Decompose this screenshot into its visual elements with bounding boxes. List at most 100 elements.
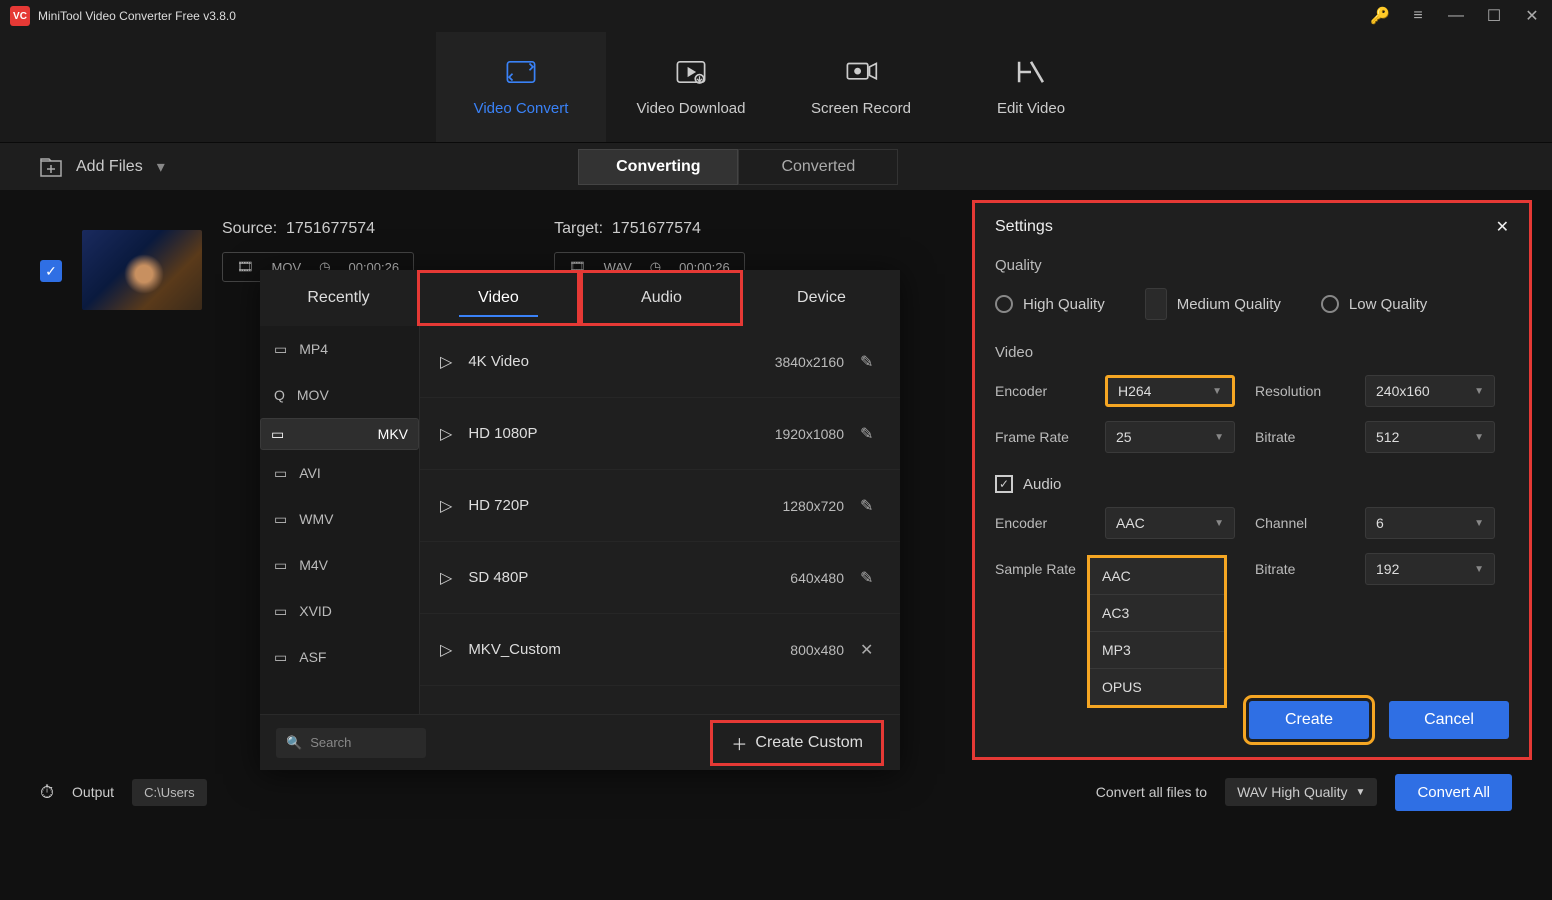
audio-bitrate-label: Bitrate [1255,561,1345,577]
cancel-button[interactable]: Cancel [1389,701,1509,739]
tab-video-download[interactable]: Video Download [606,32,776,142]
video-encoder-label: Encoder [995,383,1085,399]
select-value: 6 [1376,515,1384,531]
preset-row[interactable]: ▷ 4K Video 3840x2160 ✎ [420,326,900,398]
audio-encoder-dropdown[interactable]: AAC AC3 MP3 OPUS [1087,555,1227,708]
key-icon[interactable]: 🔑 [1370,6,1390,26]
dropdown-option-aac[interactable]: AAC [1090,558,1224,594]
fmt-tab-device[interactable]: Device [743,270,900,326]
fmt-type-avi[interactable]: ▭AVI [260,450,419,496]
video-resolution-select[interactable]: 240x160▼ [1365,375,1495,407]
convert-all-button[interactable]: Convert All [1395,774,1512,811]
option-label: OPUS [1102,679,1142,695]
row-checkbox[interactable]: ✓ [40,260,62,282]
tab-label: Device [797,289,846,307]
segment-converted[interactable]: Converted [738,149,898,185]
output-path-value: C:\Users [144,785,195,800]
tab-edit-video[interactable]: Edit Video [946,32,1116,142]
dropdown-option-ac3[interactable]: AC3 [1090,594,1224,631]
tab-screen-record[interactable]: Screen Record [776,32,946,142]
preset-name: HD 1080P [468,425,738,442]
fmt-tab-recently[interactable]: Recently [260,270,417,326]
play-file-icon: ▷ [440,424,452,444]
preset-row[interactable]: ▷ HD 1080P 1920x1080 ✎ [420,398,900,470]
dropdown-option-opus[interactable]: OPUS [1090,668,1224,705]
video-framerate-select[interactable]: 25▼ [1105,421,1235,453]
edit-icon[interactable]: ✎ [860,424,880,444]
add-files-label: Add Files [76,158,143,176]
chevron-down-icon: ▼ [1214,518,1224,529]
chevron-down-icon[interactable]: ▾ [157,157,165,177]
edit-icon[interactable]: ✎ [860,568,880,588]
video-thumbnail[interactable] [82,230,202,310]
preset-row[interactable]: ▷ SD 480P 640x480 ✎ [420,542,900,614]
select-value: WAV High Quality [1237,784,1347,800]
fmt-tab-audio[interactable]: Audio [580,270,743,326]
quality-low-radio[interactable]: Low Quality [1321,288,1427,320]
tab-video-convert[interactable]: Video Convert [436,32,606,142]
format-icon: Q [274,387,285,403]
output-path[interactable]: C:\Users [132,779,207,806]
fmt-type-label: XVID [299,603,332,619]
radio-label: Low Quality [1349,296,1427,313]
preset-resolution: 640x480 [754,570,844,586]
fmt-type-xvid[interactable]: ▭XVID [260,588,419,634]
clock-icon[interactable]: ⏱ [40,782,54,803]
menu-icon[interactable]: ≡ [1408,6,1428,26]
video-encoder-select[interactable]: H264▼ [1105,375,1235,407]
audio-encoder-select[interactable]: AAC▼ [1105,507,1235,539]
quality-section-label: Quality [995,257,1509,274]
minimize-icon[interactable]: — [1446,6,1466,26]
add-files-button[interactable]: Add Files ▾ [40,157,165,177]
preset-row[interactable]: ▷ HD 720P 1280x720 ✎ [420,470,900,542]
target-name: 1751677574 [612,220,701,237]
format-icon: ▭ [274,511,287,528]
preset-row[interactable]: ▷ MKV_Custom 800x480 ✕ [420,614,900,686]
quality-medium-radio[interactable]: Medium Quality [1145,288,1281,320]
format-types-list[interactable]: ▭MP4 QMOV ▭MKV ▭AVI ▭WMV ▭M4V ▭XVID ▭ASF [260,326,420,714]
fmt-type-m4v[interactable]: ▭M4V [260,542,419,588]
dropdown-option-mp3[interactable]: MP3 [1090,631,1224,668]
create-button[interactable]: Create [1249,701,1369,739]
segment-converting[interactable]: Converting [578,149,738,185]
edit-icon[interactable]: ✎ [860,352,880,372]
close-icon[interactable]: ✕ [1522,6,1542,26]
main-tabs: Video Convert Video Download Screen Reco… [0,32,1552,142]
audio-channel-label: Channel [1255,515,1345,531]
create-custom-button[interactable]: ＋ Create Custom [710,720,884,766]
fmt-type-mov[interactable]: QMOV [260,372,419,418]
maximize-icon[interactable]: ☐ [1484,6,1504,26]
format-panel: Recently Video Audio Device ▭MP4 QMOV ▭M… [260,270,900,770]
fmt-type-mp4[interactable]: ▭MP4 [260,326,419,372]
select-value: 512 [1376,429,1399,445]
video-bitrate-select[interactable]: 512 ▼ [1365,421,1495,453]
tab-label: Recently [307,289,369,307]
fmt-type-mkv[interactable]: ▭MKV [260,418,419,450]
radio-icon [1145,288,1167,320]
fmt-type-wmv[interactable]: ▭WMV [260,496,419,542]
tab-label: Video [478,289,519,307]
fmt-type-asf[interactable]: ▭ASF [260,634,419,680]
chevron-down-icon: ▼ [1474,432,1484,443]
close-icon[interactable]: ✕ [1496,217,1509,237]
chevron-down-icon: ▼ [1212,386,1222,397]
chevron-down-icon: ▼ [1474,386,1484,397]
audio-enable-checkbox[interactable] [995,475,1013,493]
fmt-tab-video[interactable]: Video [417,270,580,326]
convert-all-format-select[interactable]: WAV High Quality▼ [1225,778,1377,806]
fmt-type-label: M4V [299,557,328,573]
output-label: Output [72,784,114,800]
presets-list[interactable]: ▷ 4K Video 3840x2160 ✎ ▷ HD 1080P 1920x1… [420,326,900,714]
audio-bitrate-select[interactable]: 192▼ [1365,553,1495,585]
edit-icon[interactable]: ✎ [860,496,880,516]
search-input[interactable]: 🔍 Search [276,728,426,758]
delete-icon[interactable]: ✕ [860,640,880,660]
select-value: 192 [1376,561,1399,577]
app-title: MiniTool Video Converter Free v3.8.0 [38,9,236,23]
quality-high-radio[interactable]: High Quality [995,288,1105,320]
audio-channel-select[interactable]: 6▼ [1365,507,1495,539]
chevron-down-icon: ▼ [1474,518,1484,529]
chevron-down-icon: ▼ [1214,432,1224,443]
bottom-bar: ⏱ Output C:\Users Convert all files to W… [0,764,1552,820]
video-framerate-label: Frame Rate [995,429,1085,445]
